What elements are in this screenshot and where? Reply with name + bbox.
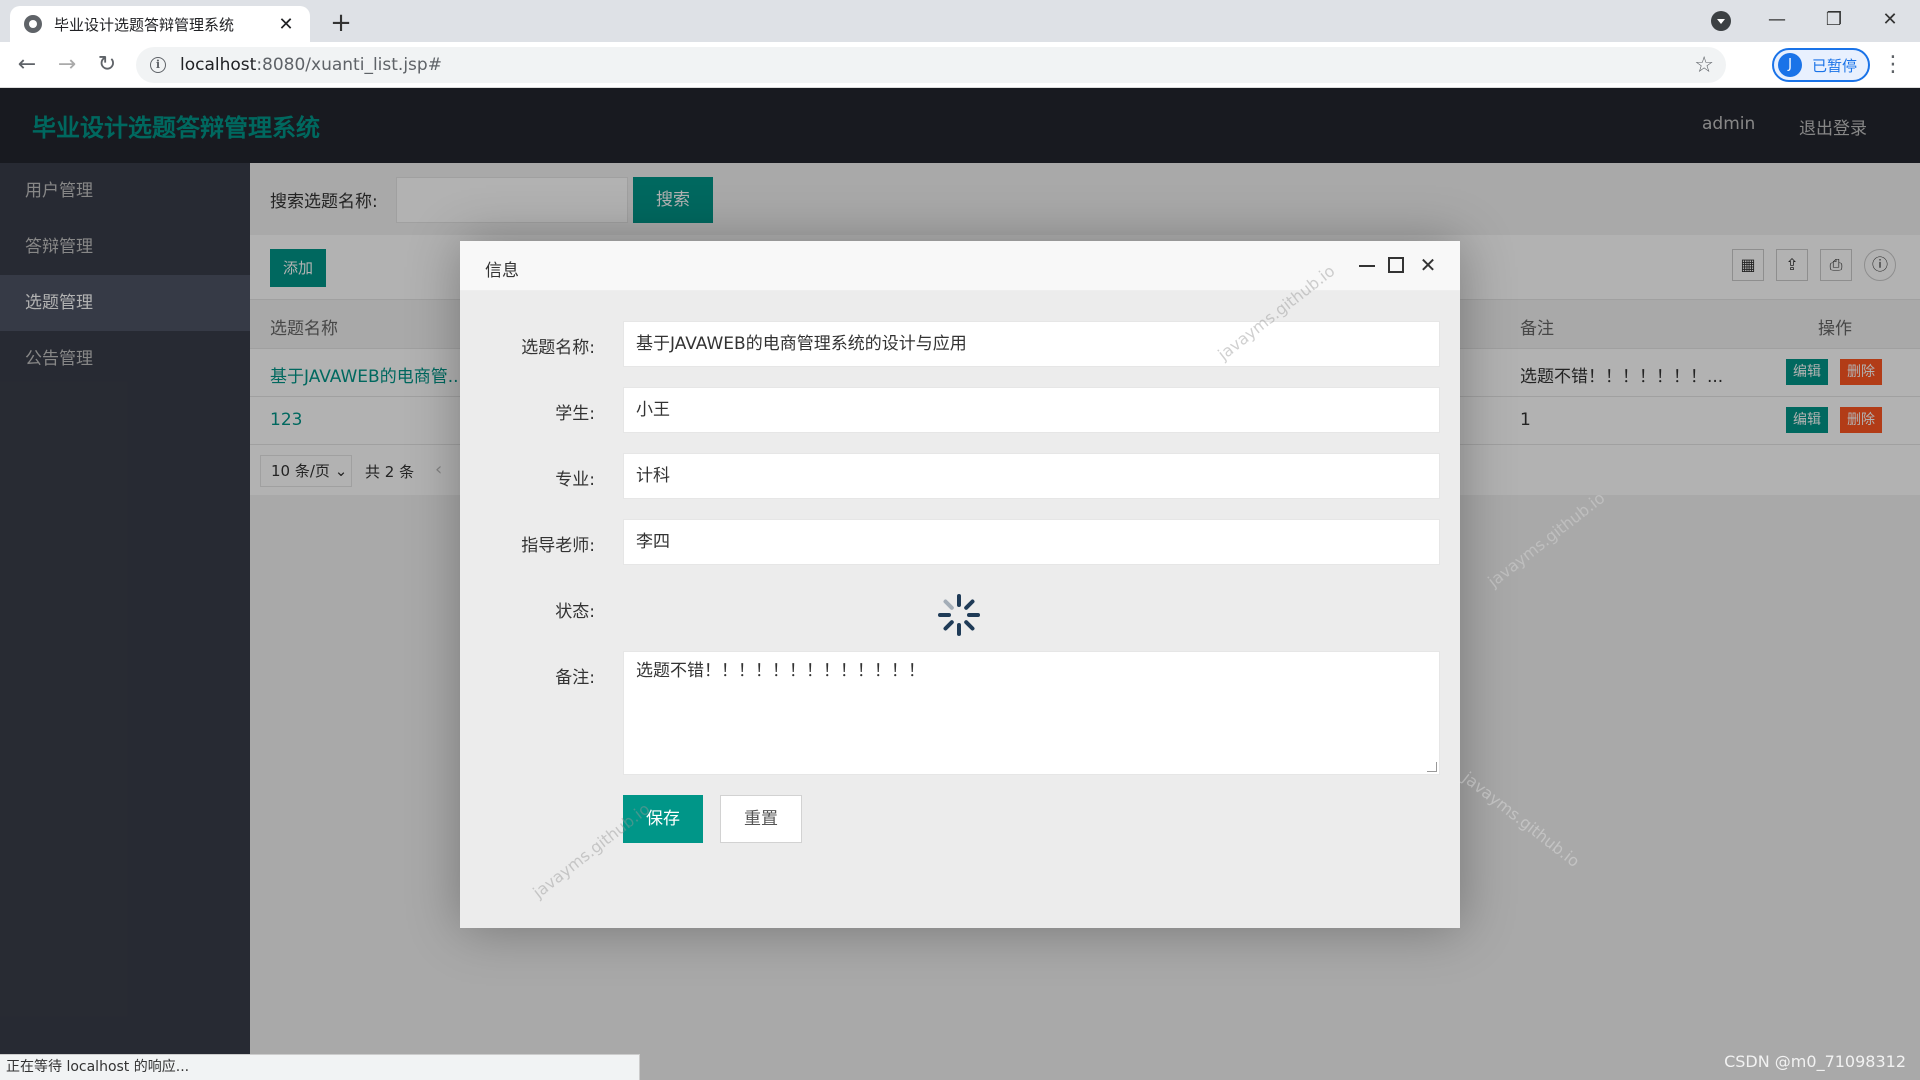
resize-grip-icon[interactable] <box>1427 762 1437 772</box>
teacher-field[interactable]: 李四 <box>623 519 1440 565</box>
forward-icon[interactable]: → <box>52 50 82 80</box>
globe-icon <box>24 15 42 33</box>
browser-tab[interactable]: 毕业设计选题答辩管理系统 ✕ <box>10 6 310 42</box>
topic-name-field[interactable]: 基于JAVAWEB的电商管理系统的设计与应用 <box>623 321 1440 367</box>
tab-title: 毕业设计选题答辩管理系统 <box>54 15 235 34</box>
student-field[interactable]: 小王 <box>623 387 1440 433</box>
menu-icon[interactable]: ⋮ <box>1882 52 1904 77</box>
student-label: 学生: <box>555 404 595 424</box>
new-tab-button[interactable]: + <box>326 8 356 38</box>
close-window-button[interactable]: ✕ <box>1870 4 1910 36</box>
browser-toolbar: ← → ↻ i localhost:8080/xuanti_list.jsp# … <box>0 42 1920 88</box>
major-label: 专业: <box>555 470 595 490</box>
loading-spinner-icon <box>938 594 980 636</box>
remark-textarea[interactable]: 选题不错！！！！！！！！！！！！！ <box>623 651 1440 775</box>
watermark: javayms.github.io <box>529 799 654 902</box>
major-field[interactable]: 计科 <box>623 453 1440 499</box>
remark-text: 选题不错！！！！！！！！！！！！！ <box>636 661 925 681</box>
browser-status-bar: 正在等待 localhost 的响应... <box>0 1054 640 1080</box>
corner-watermark: CSDN @m0_71098312 <box>1724 1052 1906 1071</box>
status-label: 状态: <box>555 602 595 622</box>
reset-button[interactable]: 重置 <box>720 795 802 843</box>
restore-window-button[interactable]: ❐ <box>1814 4 1854 36</box>
browser-tabstrip: 毕业设计选题答辩管理系统 ✕ + — ❐ ✕ <box>0 0 1920 42</box>
address-bar[interactable]: i localhost:8080/xuanti_list.jsp# ☆ <box>136 47 1726 83</box>
info-dialog: 信息 ✕ 选题名称: 基于JAVAWEB的电商管理系统的设计与应用 学生: 小王… <box>460 241 1460 928</box>
profile-status: 已暂停 <box>1812 56 1858 75</box>
maximize-icon[interactable] <box>1385 253 1407 277</box>
info-icon[interactable]: i <box>150 57 166 73</box>
topic-label: 选题名称: <box>521 338 595 358</box>
url-text: localhost:8080/xuanti_list.jsp# <box>180 55 442 75</box>
close-icon[interactable]: ✕ <box>1417 253 1439 277</box>
profile-button[interactable]: J 已暂停 <box>1772 48 1870 82</box>
minimize-icon[interactable] <box>1355 253 1377 277</box>
star-icon[interactable]: ☆ <box>1694 53 1714 78</box>
reload-icon[interactable]: ↻ <box>92 50 122 80</box>
dialog-title: 信息 <box>485 261 519 281</box>
close-tab-icon[interactable]: ✕ <box>276 14 296 35</box>
back-icon[interactable]: ← <box>12 50 42 80</box>
minimize-window-button[interactable]: — <box>1757 4 1797 36</box>
remark-label: 备注: <box>555 668 595 688</box>
avatar: J <box>1778 53 1802 77</box>
teacher-label: 指导老师: <box>521 536 595 556</box>
tab-search-icon[interactable] <box>1711 11 1731 31</box>
